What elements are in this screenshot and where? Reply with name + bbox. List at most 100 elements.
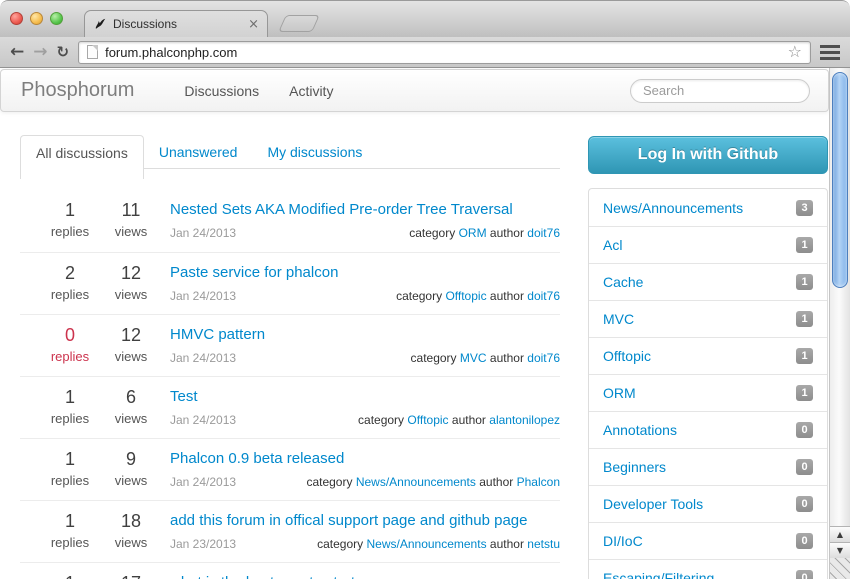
- replies-label: replies: [40, 411, 100, 426]
- views-count: 11: [101, 200, 161, 220]
- sidebar-category-link[interactable]: DI/IoC: [603, 533, 643, 549]
- category-row[interactable]: Developer Tools 0: [589, 485, 827, 522]
- site-brand[interactable]: Phosphorum: [1, 79, 154, 102]
- discussion-title-link[interactable]: Phalcon 0.9 beta released: [170, 449, 560, 469]
- category-row[interactable]: News/Announcements 3: [589, 189, 827, 226]
- discussion-date: Jan 24/2013: [170, 351, 236, 365]
- category-link[interactable]: News/Announcements: [367, 537, 487, 551]
- views-count: 12: [101, 325, 161, 345]
- sidebar-category-link[interactable]: News/Announcements: [603, 200, 743, 216]
- tab-close-icon[interactable]: ×: [248, 17, 259, 32]
- phalcon-bird-icon: [93, 17, 107, 31]
- category-link[interactable]: ORM: [459, 226, 487, 240]
- forward-arrow-icon[interactable]: →: [33, 44, 47, 61]
- scroll-up-icon[interactable]: ▲: [830, 526, 850, 542]
- category-link[interactable]: MVC: [460, 351, 487, 365]
- sidebar-category-link[interactable]: Cache: [603, 274, 643, 290]
- replies-count: 1: [40, 449, 100, 469]
- author-link[interactable]: doit76: [527, 351, 560, 365]
- page-viewport: Phosphorum Discussions Activity All discu…: [0, 68, 850, 579]
- author-link[interactable]: doit76: [527, 289, 560, 303]
- author-link[interactable]: Phalcon: [517, 475, 560, 489]
- discussion-meta-row: Jan 24/2013 category MVC author doit76: [170, 351, 560, 365]
- minimize-window-button[interactable]: [30, 12, 43, 25]
- category-row[interactable]: Escaping/Filtering 0: [589, 559, 827, 579]
- sidebar-category-link[interactable]: ORM: [603, 385, 636, 401]
- browser-menu-icon[interactable]: [820, 45, 840, 60]
- bookmark-star-icon[interactable]: ☆: [788, 44, 802, 60]
- discussion-row: 1 replies 17 views what is the best way …: [20, 562, 560, 579]
- tab-unanswered[interactable]: Unanswered: [144, 135, 253, 169]
- discussion-tabs: All discussionsUnansweredMy discussions: [20, 135, 560, 169]
- category-count-badge: 1: [796, 311, 813, 327]
- author-link[interactable]: alantonilopez: [489, 413, 560, 427]
- login-github-button[interactable]: Log In with Github: [588, 136, 828, 174]
- discussion-title-link[interactable]: Test: [170, 387, 560, 407]
- category-label: category: [409, 226, 455, 240]
- vertical-scrollbar[interactable]: ▲ ▼: [829, 68, 850, 579]
- zoom-window-button[interactable]: [50, 12, 63, 25]
- sidebar-category-link[interactable]: Offtopic: [603, 348, 651, 364]
- replies-cell: 1 replies: [40, 387, 100, 438]
- views-count: 17: [101, 573, 161, 579]
- discussion-title-link[interactable]: Paste service for phalcon: [170, 263, 560, 283]
- reload-icon[interactable]: ↻: [57, 45, 70, 60]
- category-count-badge: 1: [796, 385, 813, 401]
- category-list: News/Announcements 3 Acl 1 Cache 1 MVC 1…: [588, 188, 828, 579]
- category-link[interactable]: Offtopic: [407, 413, 448, 427]
- discussion-title-link[interactable]: Nested Sets AKA Modified Pre-order Tree …: [170, 200, 560, 220]
- tab-title: Discussions: [113, 17, 242, 31]
- author-link[interactable]: doit76: [527, 226, 560, 240]
- category-row[interactable]: Annotations 0: [589, 411, 827, 448]
- sidebar-category-link[interactable]: Beginners: [603, 459, 666, 475]
- views-cell: 9 views: [101, 449, 161, 500]
- tab-all-discussions[interactable]: All discussions: [20, 135, 144, 179]
- url-text[interactable]: forum.phalconphp.com: [105, 45, 781, 60]
- category-link[interactable]: Offtopic: [445, 289, 486, 303]
- author-link[interactable]: netstu: [527, 537, 560, 551]
- discussion-meta: category MVC author doit76: [411, 351, 560, 365]
- browser-tab[interactable]: Discussions ×: [84, 10, 268, 37]
- views-cell: 6 views: [101, 387, 161, 438]
- discussion-date: Jan 23/2013: [170, 537, 236, 551]
- category-link[interactable]: News/Announcements: [356, 475, 476, 489]
- views-cell: 18 views: [101, 511, 161, 562]
- close-window-button[interactable]: [10, 12, 23, 25]
- category-row[interactable]: Acl 1: [589, 226, 827, 263]
- window-controls: [10, 12, 63, 25]
- category-row[interactable]: ORM 1: [589, 374, 827, 411]
- sidebar-category-link[interactable]: MVC: [603, 311, 634, 327]
- scroll-down-icon[interactable]: ▼: [830, 542, 850, 558]
- address-bar[interactable]: forum.phalconphp.com ☆: [78, 41, 811, 64]
- browser-titlebar: Discussions ×: [0, 0, 850, 37]
- discussion-meta: category News/Announcements author Phalc…: [306, 475, 560, 489]
- search-input[interactable]: [630, 79, 810, 103]
- discussion-title-link[interactable]: what is the best way to start: [170, 573, 560, 579]
- discussion-date: Jan 24/2013: [170, 289, 236, 303]
- category-row[interactable]: Cache 1: [589, 263, 827, 300]
- sidebar-category-link[interactable]: Annotations: [603, 422, 677, 438]
- discussion-title-link[interactable]: HMVC pattern: [170, 325, 560, 345]
- back-arrow-icon[interactable]: ←: [10, 44, 24, 61]
- replies-cell: 1 replies: [40, 511, 100, 562]
- author-label: author: [452, 413, 486, 427]
- tab-my-discussions[interactable]: My discussions: [252, 135, 377, 169]
- new-tab-button[interactable]: [278, 15, 320, 32]
- nav-link-discussions[interactable]: Discussions: [184, 83, 259, 99]
- category-row[interactable]: Offtopic 1: [589, 337, 827, 374]
- category-row[interactable]: MVC 1: [589, 300, 827, 337]
- sidebar-category-link[interactable]: Acl: [603, 237, 622, 253]
- scrollbar-thumb[interactable]: [832, 72, 848, 288]
- discussion-date: Jan 24/2013: [170, 413, 236, 427]
- resize-grip-icon[interactable]: [830, 558, 850, 579]
- sidebar-category-link[interactable]: Escaping/Filtering: [603, 570, 714, 579]
- discussion-title-link[interactable]: add this forum in offical support page a…: [170, 511, 560, 531]
- nav-link-activity[interactable]: Activity: [289, 83, 333, 99]
- sidebar: Log In with Github News/Announcements 3 …: [588, 136, 828, 579]
- category-row[interactable]: Beginners 0: [589, 448, 827, 485]
- discussion-body: Paste service for phalcon Jan 24/2013 ca…: [170, 263, 560, 314]
- discussion-meta-row: Jan 24/2013 category Offtopic author doi…: [170, 289, 560, 303]
- category-row[interactable]: DI/IoC 0: [589, 522, 827, 559]
- sidebar-category-link[interactable]: Developer Tools: [603, 496, 703, 512]
- category-label: category: [358, 413, 404, 427]
